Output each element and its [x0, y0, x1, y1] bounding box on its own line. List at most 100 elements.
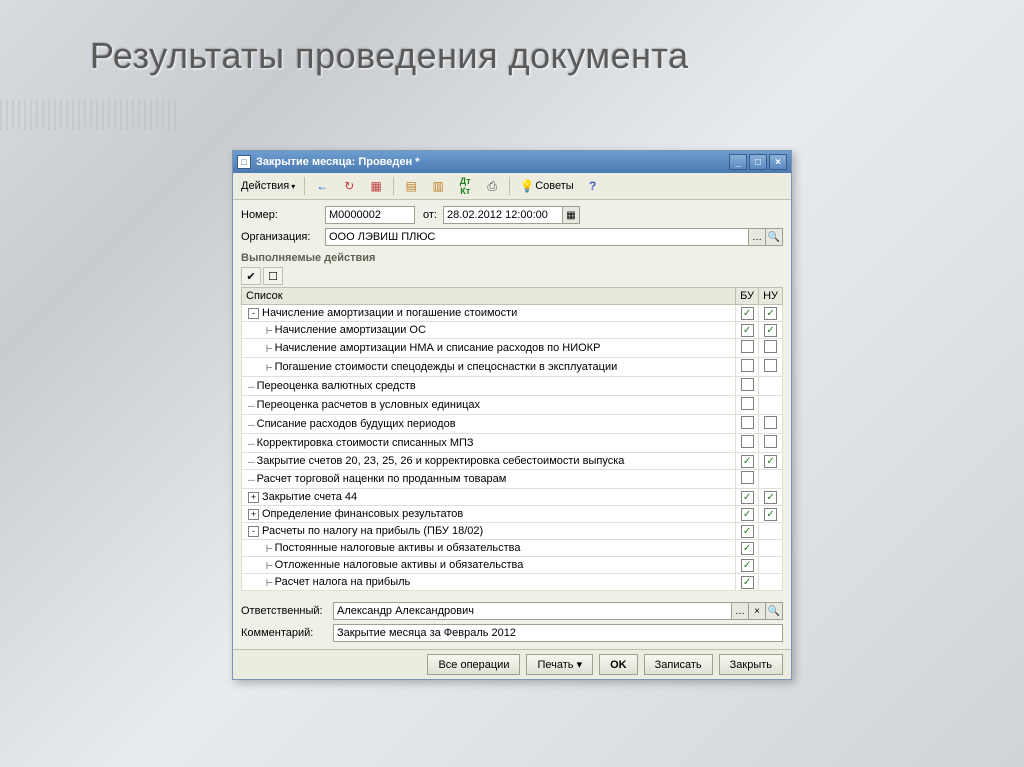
- bu-checkbox[interactable]: [741, 359, 754, 372]
- bu-checkbox[interactable]: [741, 307, 754, 320]
- nu-checkbox[interactable]: [764, 416, 777, 429]
- number-field[interactable]: [325, 206, 415, 224]
- all-operations-button[interactable]: Все операции: [427, 654, 520, 675]
- bu-checkbox[interactable]: [741, 455, 754, 468]
- dtkt-icon: ДтКт: [457, 178, 473, 194]
- tips-button[interactable]: 💡Советы: [515, 176, 577, 196]
- dtkt-button[interactable]: ДтКт: [453, 176, 477, 196]
- nu-checkbox[interactable]: [764, 508, 777, 521]
- ok-button[interactable]: OK: [599, 654, 638, 675]
- close-button[interactable]: ×: [769, 154, 787, 170]
- resp-select-button[interactable]: …: [731, 602, 749, 620]
- table-row: +Закрытие счета 44: [242, 489, 783, 506]
- table-row: —Списание расходов будущих периодов: [242, 415, 783, 434]
- print-icon: ⎙: [484, 178, 500, 194]
- bu-checkbox[interactable]: [741, 324, 754, 337]
- uncheck-all-button[interactable]: ☐: [263, 267, 283, 285]
- nu-checkbox[interactable]: [764, 491, 777, 504]
- nu-checkbox[interactable]: [764, 307, 777, 320]
- bu-checkbox[interactable]: [741, 397, 754, 410]
- help-button[interactable]: ?: [581, 176, 605, 196]
- print-menu-button[interactable]: Печать ▾: [526, 654, 593, 675]
- bu-checkbox[interactable]: [741, 559, 754, 572]
- app-icon: □: [237, 155, 251, 169]
- table-row: —Корректировка стоимости списанных МПЗ: [242, 434, 783, 453]
- table-row: ⊢Постоянные налоговые активы и обязатель…: [242, 540, 783, 557]
- doc1-button[interactable]: ▤: [399, 176, 423, 196]
- back-button[interactable]: ←: [310, 176, 334, 196]
- nu-checkbox[interactable]: [764, 324, 777, 337]
- nu-checkbox[interactable]: [764, 435, 777, 448]
- bu-checkbox[interactable]: [741, 435, 754, 448]
- maximize-button[interactable]: □: [749, 154, 767, 170]
- save-button[interactable]: Записать: [644, 654, 713, 675]
- close-window-button[interactable]: Закрыть: [719, 654, 783, 675]
- table-row: —Расчет торговой наценки по проданным то…: [242, 470, 783, 489]
- table-row: -Начисление амортизации и погашение стои…: [242, 305, 783, 322]
- table-row: ⊢Начисление амортизации ОС: [242, 322, 783, 339]
- nu-checkbox[interactable]: [764, 340, 777, 353]
- table-row: ⊢Погашение стоимости спецодежды и спецос…: [242, 358, 783, 377]
- print-button[interactable]: ⎙: [480, 176, 504, 196]
- bu-checkbox[interactable]: [741, 525, 754, 538]
- org-search-button[interactable]: 🔍: [765, 228, 783, 246]
- lightbulb-icon: 💡: [519, 178, 535, 194]
- responsible-label: Ответственный:: [241, 605, 333, 617]
- refresh-button[interactable]: ↻: [337, 176, 361, 196]
- expand-icon[interactable]: +: [248, 492, 259, 503]
- org-select-button[interactable]: …: [748, 228, 766, 246]
- table-row: —Закрытие счетов 20, 23, 25, 26 и коррек…: [242, 453, 783, 470]
- document2-icon: ▥: [430, 178, 446, 194]
- actions-menu[interactable]: Действия▾: [237, 176, 299, 196]
- bu-checkbox[interactable]: [741, 508, 754, 521]
- table-row: +Определение финансовых результатов: [242, 506, 783, 523]
- resp-search-button[interactable]: 🔍: [765, 602, 783, 620]
- org-field[interactable]: [325, 228, 749, 246]
- minimize-button[interactable]: _: [729, 154, 747, 170]
- collapse-icon[interactable]: -: [248, 308, 259, 319]
- arrow-left-icon: ←: [314, 178, 330, 194]
- search-icon: 🔍: [768, 232, 780, 243]
- bu-checkbox[interactable]: [741, 471, 754, 484]
- bu-checkbox[interactable]: [741, 491, 754, 504]
- nu-checkbox[interactable]: [764, 455, 777, 468]
- calendar-icon: ▦: [368, 178, 384, 194]
- comment-field[interactable]: [333, 624, 783, 642]
- responsible-field[interactable]: [333, 602, 732, 620]
- row-label: Начисление амортизации ОС: [275, 324, 426, 336]
- resp-clear-button[interactable]: ×: [748, 602, 766, 620]
- tree-branch-icon: ⊢: [266, 342, 273, 355]
- bu-checkbox[interactable]: [741, 576, 754, 589]
- titlebar: □ Закрытие месяца: Проведен * _ □ ×: [233, 151, 791, 173]
- row-label: Отложенные налоговые активы и обязательс…: [275, 559, 524, 571]
- bu-checkbox[interactable]: [741, 542, 754, 555]
- row-label: Расчет торговой наценки по проданным тов…: [257, 473, 507, 485]
- calendar-small-icon: ▦: [566, 210, 575, 221]
- date-field[interactable]: [443, 206, 563, 224]
- date-picker-button[interactable]: ▦: [562, 206, 580, 224]
- bu-checkbox[interactable]: [741, 416, 754, 429]
- doc2-button[interactable]: ▥: [426, 176, 450, 196]
- slide-title: Результаты проведения документа: [0, 0, 1024, 77]
- row-label: Расчет налога на прибыль: [275, 576, 411, 588]
- nu-checkbox[interactable]: [764, 359, 777, 372]
- check-all-button[interactable]: ✔: [241, 267, 261, 285]
- collapse-icon[interactable]: -: [248, 526, 259, 537]
- document-icon: ▤: [403, 178, 419, 194]
- tree-branch-icon: ⊢: [266, 361, 273, 374]
- help-icon: ?: [585, 178, 601, 194]
- row-label: Корректировка стоимости списанных МПЗ: [257, 437, 474, 449]
- bu-checkbox[interactable]: [741, 378, 754, 391]
- row-label: Начисление амортизации и погашение стоим…: [262, 307, 517, 319]
- tree-leaf-icon: —: [248, 437, 255, 450]
- expand-icon[interactable]: +: [248, 509, 259, 520]
- bu-checkbox[interactable]: [741, 340, 754, 353]
- table-row: -Расчеты по налогу на прибыль (ПБУ 18/02…: [242, 523, 783, 540]
- tree-leaf-icon: —: [248, 399, 255, 412]
- refresh-icon: ↻: [341, 178, 357, 194]
- table-row: —Переоценка валютных средств: [242, 377, 783, 396]
- search-icon: 🔍: [768, 606, 780, 617]
- row-label: Списание расходов будущих периодов: [257, 418, 456, 430]
- calendar-button[interactable]: ▦: [364, 176, 388, 196]
- check-icon: ✔: [246, 270, 255, 283]
